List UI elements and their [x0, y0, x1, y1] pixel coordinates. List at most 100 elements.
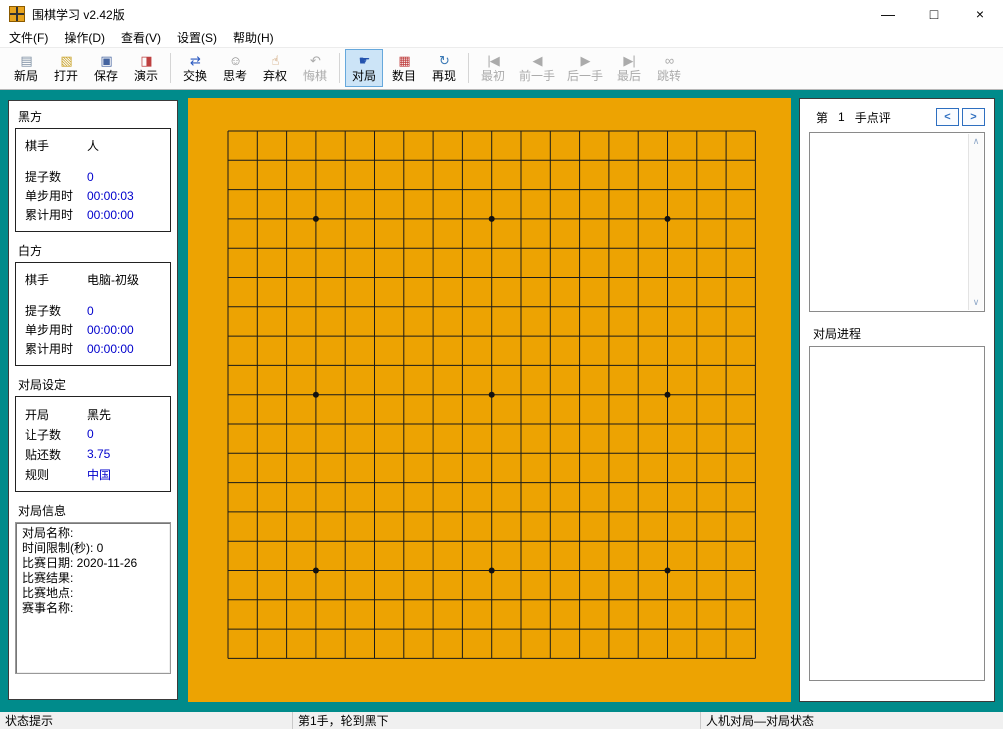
toolbar-button-label: 演示: [133, 69, 158, 83]
info-row: 提子数 0: [25, 301, 161, 320]
info-row-value: 00:00:03: [87, 188, 134, 203]
toolbar-button-label: 打开: [53, 69, 78, 83]
play-icon: ☛: [358, 53, 371, 68]
toolbar-button-label: 保存: [93, 69, 118, 83]
go-board[interactable]: [188, 98, 791, 702]
toolbar-button-label: 新局: [13, 69, 38, 83]
toolbar-button-swap[interactable]: ⇄ 交换: [176, 49, 214, 87]
go-board-grid: [227, 130, 756, 659]
menu-bar: 文件(F) 操作(D) 查看(V) 设置(S) 帮助(H): [0, 28, 1003, 47]
app-window: 围棋学习 v2.42版 — □ × 文件(F) 操作(D) 查看(V) 设置(S) 帮助…: [0, 0, 1003, 729]
info-row-label: 棋手: [25, 139, 50, 153]
info-row-label: 棋手: [25, 273, 50, 287]
toolbar-button-replay[interactable]: ↻ 再现: [425, 49, 463, 87]
info-row-value: 人: [87, 139, 100, 153]
info-row-label: 累计用时: [25, 208, 74, 222]
minimize-button[interactable]: —: [865, 0, 911, 28]
info-row-value: 00:00:00: [87, 207, 134, 222]
scroll-up-icon[interactable]: ∧: [969, 134, 984, 149]
close-button[interactable]: ×: [957, 0, 1003, 28]
undo-icon: ↶: [310, 53, 321, 68]
info-row-value: 中国: [87, 467, 112, 482]
info-row-value: 黑先: [87, 407, 112, 422]
review-prev-button[interactable]: <: [936, 108, 959, 126]
toolbar: ▤ 新局 ▧ 打开 ▣ 保存 ◨ 演示 ⇄ 交换 ☺ 思考 ☝ 弃权 ↶ 悔棋 ☛ 对局 ▦ 数目 ↻ 再现 |◀ 最初 ◀ 前一…: [0, 47, 1003, 90]
game-info-line: 时间限制(秒): 0: [22, 541, 104, 555]
toolbar-button-label: 跳转: [657, 69, 682, 83]
progress-panel[interactable]: [809, 346, 985, 681]
move-review-panel[interactable]: ∧ ∨: [809, 132, 985, 312]
black-section-title: 黑方: [18, 110, 43, 124]
toolbar-button-demo[interactable]: ◨ 演示: [127, 49, 165, 87]
toolbar-button-pass[interactable]: ☝ 弃权: [256, 49, 294, 87]
progress-title: 对局进程: [813, 327, 862, 341]
prev-icon: ◀: [532, 53, 543, 68]
open-icon: ▧: [60, 53, 72, 68]
toolbar-button-prev: ◀ 前一手: [514, 49, 560, 87]
toolbar-separator: [170, 53, 171, 83]
game-info-line: 比赛结果:: [22, 571, 74, 585]
info-row-label: 规则: [25, 467, 50, 482]
scroll-down-icon[interactable]: ∨: [969, 295, 984, 310]
info-row: 让子数 0: [25, 424, 161, 444]
menu-item-3[interactable]: 设置(S): [169, 27, 225, 48]
info-row-label: 让子数: [25, 427, 62, 442]
toolbar-button-undo: ↶ 悔棋: [296, 49, 334, 87]
toolbar-button-label: 悔棋: [302, 69, 327, 83]
game-info-line: 赛事名称:: [22, 601, 74, 615]
menu-item-0[interactable]: 文件(F): [1, 27, 56, 48]
title-bar: 围棋学习 v2.42版 — □ ×: [0, 0, 1003, 28]
menu-item-2[interactable]: 查看(V): [113, 27, 169, 48]
review-move-number: 1: [838, 110, 845, 124]
pass-icon: ☝: [271, 53, 280, 68]
info-row: 棋手 人: [25, 136, 161, 155]
white-section-title: 白方: [18, 244, 43, 258]
think-icon: ☺: [228, 53, 242, 68]
toolbar-button-label: 数目: [391, 69, 416, 83]
review-text: [814, 135, 966, 309]
toolbar-button-label: 对局: [351, 69, 376, 83]
toolbar-separator: [339, 53, 340, 83]
review-label-suffix: 手点评: [854, 110, 891, 125]
toolbar-button-new-game[interactable]: ▤ 新局: [7, 49, 45, 87]
game-info-line: 比赛日期: 2020-11-26: [22, 556, 138, 570]
info-row: 棋手 电脑-初级: [25, 270, 161, 289]
toolbar-button-next: ▶ 后一手: [562, 49, 608, 87]
move-review-header: 第 1 手点评 < >: [809, 107, 985, 127]
jump-icon: ∞: [664, 53, 674, 68]
black-player-box: 棋手 人提子数 0 单步用时 00:00:03 累计用时 00:00:00: [15, 128, 171, 232]
game-settings-box: 开局 黑先 让子数 0 贴还数 3.75 规则 中国: [15, 396, 171, 492]
window-title: 围棋学习 v2.42版: [32, 7, 125, 22]
game-info-section-title: 对局信息: [18, 504, 67, 518]
review-scrollbar[interactable]: ∧ ∨: [968, 134, 983, 310]
replay-icon: ↻: [439, 53, 450, 68]
info-row-label: 提子数: [25, 304, 62, 318]
info-row-label: 贴还数: [25, 447, 62, 462]
info-row: 单步用时 00:00:03: [25, 186, 161, 205]
toolbar-button-save[interactable]: ▣ 保存: [87, 49, 125, 87]
menu-item-1[interactable]: 操作(D): [56, 27, 113, 48]
toolbar-separator: [468, 53, 469, 83]
menu-item-4[interactable]: 帮助(H): [225, 27, 282, 48]
status-right: 人机对局—对局状态: [706, 714, 815, 728]
review-label-prefix: 第: [816, 110, 829, 125]
toolbar-button-play[interactable]: ☛ 对局: [345, 49, 383, 87]
info-row: 规则 中国: [25, 464, 161, 484]
review-next-button[interactable]: >: [962, 108, 985, 126]
info-row: 累计用时 00:00:00: [25, 205, 161, 224]
info-row-value: 3.75: [87, 447, 111, 461]
info-row-label: 提子数: [25, 170, 62, 184]
toolbar-button-think[interactable]: ☺ 思考: [216, 49, 254, 87]
toolbar-button-count[interactable]: ▦ 数目: [385, 49, 423, 87]
last-icon: ▶|: [623, 53, 635, 68]
info-row-value: 0: [87, 303, 94, 318]
review-sidebar: 第 1 手点评 < > ∧ ∨ 对局进程: [799, 98, 995, 702]
info-row-value: 0: [87, 169, 94, 184]
maximize-button[interactable]: □: [911, 0, 957, 28]
game-info-box: 对局名称: 时间限制(秒): 0 比赛日期: 2020-11-26 比赛结果: 比赛地点…: [15, 522, 171, 674]
demo-icon: ◨: [140, 53, 152, 68]
info-row: 贴还数 3.75: [25, 444, 161, 464]
info-row-label: 累计用时: [25, 342, 74, 356]
status-bar: 状态提示 第1手，轮到黑下 人机对局—对局状态: [0, 712, 1003, 729]
toolbar-button-open[interactable]: ▧ 打开: [47, 49, 85, 87]
